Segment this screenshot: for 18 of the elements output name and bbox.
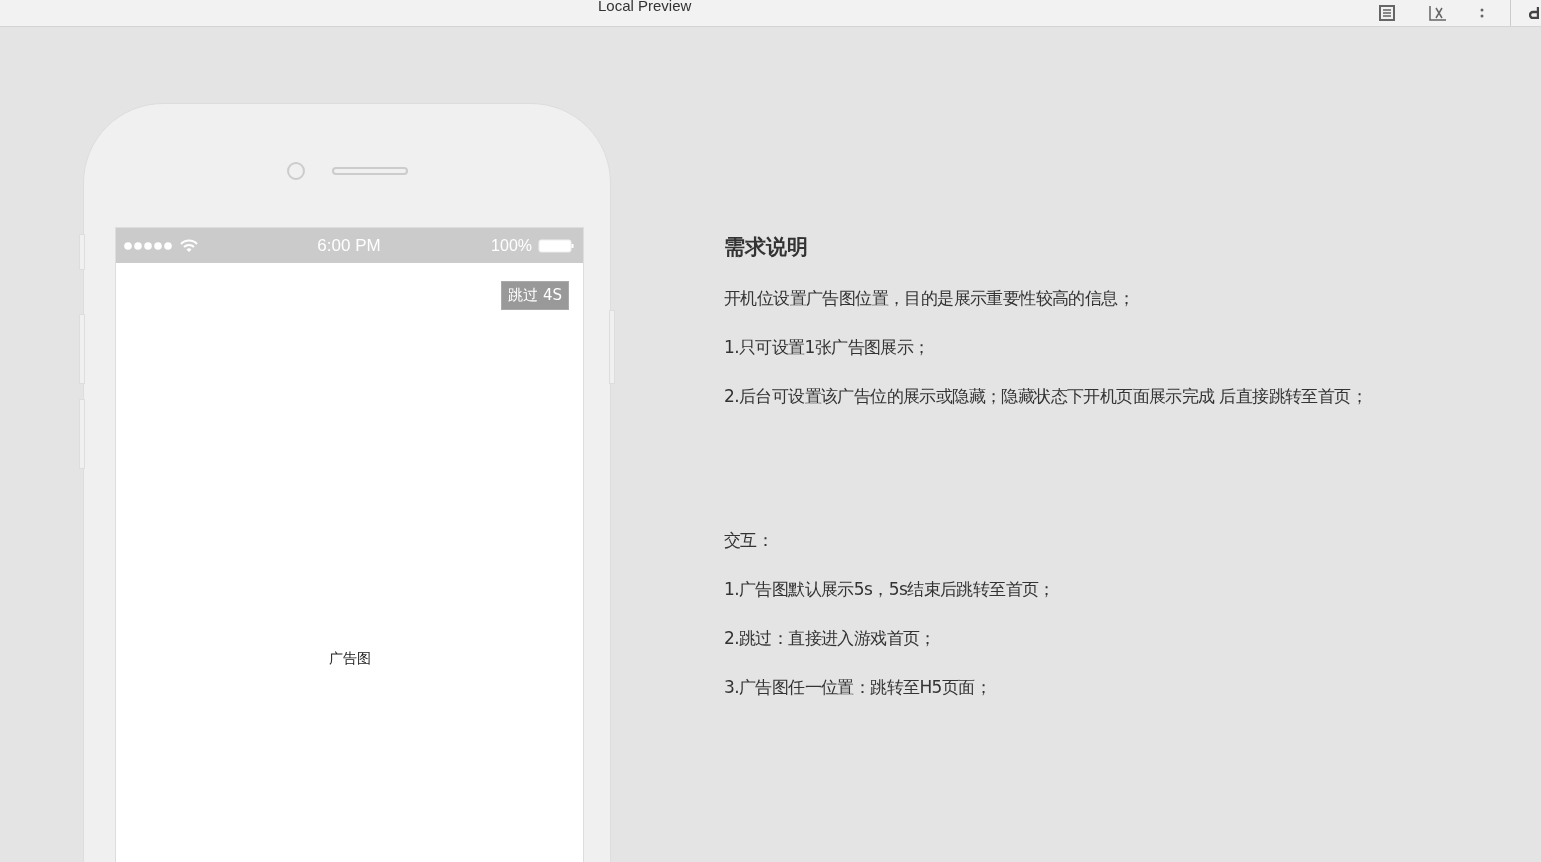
- requirement-text: 开机位设置广告图位置，目的是展示重要性较高的信息；: [724, 287, 1135, 310]
- wifi-icon: [180, 239, 198, 252]
- window-title: Local Preview: [598, 0, 692, 14]
- interaction-text: 3.广告图任一位置：跳转至H5页面；: [724, 676, 993, 699]
- requirements-heading: 需求说明: [724, 234, 809, 261]
- formula-icon[interactable]: [1428, 5, 1448, 21]
- battery-icon: [538, 238, 574, 253]
- interaction-text: 1.广告图默认展示5s，5s结束后跳转至首页；: [724, 578, 1056, 601]
- skip-button[interactable]: 跳过 4S: [501, 281, 569, 310]
- signal-icon: [124, 241, 174, 250]
- ad-image-label: 广告图: [328, 650, 371, 668]
- requirement-text: 1.只可设置1张广告图展示；: [724, 336, 931, 359]
- more-icon[interactable]: [1480, 7, 1484, 19]
- requirement-text: 2.后台可设置该广告位的展示或隐藏；隐藏状态下开机页面展示完成 后直接跳转至首页；: [724, 385, 1368, 408]
- camera-icon: [286, 160, 306, 181]
- interaction-text: 2.跳过：直接进入游戏首页；: [724, 627, 937, 650]
- document-icon[interactable]: [1378, 5, 1396, 21]
- interaction-heading: 交互：: [724, 529, 775, 552]
